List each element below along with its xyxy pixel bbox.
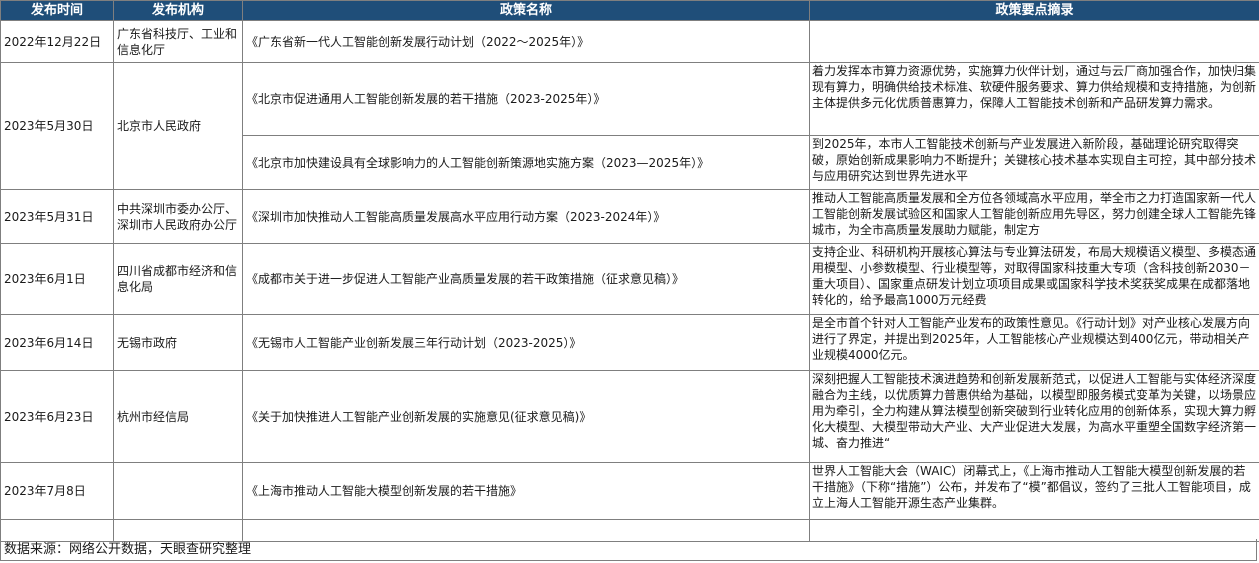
table-row: 2023年6月23日 杭州市经信局 《关于加快推进人工智能产业创新发展的实施意见… [0, 370, 1259, 463]
summary-text: 深刻把握人工智能技术演进趋势和创新发展新范式，以促进人工智能与实体经济深度融合为… [812, 372, 1257, 450]
summary-text: 着力发挥本市算力资源优势，实施算力伙伴计划，通过与云厂商加强合作，加快归集现有算… [812, 64, 1257, 110]
summary-text: 到2025年，本市人工智能技术创新与产业发展进入新阶段，基础理论研究取得突破，原… [812, 137, 1257, 183]
policy-table: 发布时间 发布机构 政策名称 政策要点摘录 2022年12月22日 广东省科技厅… [0, 0, 1259, 542]
org-cell: 北京市人民政府 [113, 62, 243, 190]
summary-cell: 支持企业、科研机构开展核心算法与专业算法研发，布局大规模语义模型、多模态通用模型… [809, 243, 1259, 315]
policy-cell: 《关于加快推进人工智能产业创新发展的实施意见(征求意见稿)》 [242, 370, 810, 463]
date-cell: 2023年5月30日 [0, 62, 114, 190]
policy-cell: 《深圳市加快推动人工智能高质量发展高水平应用行动方案（2023-2024年）》 [242, 189, 810, 244]
data-source-note: 数据来源：网络公开数据，天眼查研究整理 [0, 539, 1257, 561]
table-row: 2022年12月22日 广东省科技厅、工业和信息化厅 《广东省新一代人工智能创新… [0, 20, 1259, 63]
header-org: 发布机构 [113, 0, 243, 21]
org-cell: 中共深圳市委办公厅、深圳市人民政府办公厅 [113, 189, 243, 244]
table-row: 2023年6月14日 无锡市政府 《无锡市人工智能产业创新发展三年行动计划（20… [0, 314, 1259, 371]
summary-text: 世界人工智能大会（WAIC）闭幕式上，《上海市推动人工智能大模型创新发展的若干措… [812, 464, 1251, 510]
header-policy: 政策名称 [242, 0, 810, 21]
date-cell: 2022年12月22日 [0, 20, 114, 63]
summary-cell [809, 20, 1259, 63]
summary-cell: 到2025年，本市人工智能技术创新与产业发展进入新阶段，基础理论研究取得突破，原… [809, 135, 1259, 190]
header-summary: 政策要点摘录 [809, 0, 1259, 21]
org-cell: 无锡市政府 [113, 314, 243, 371]
org-cell: 四川省成都市经济和信息化局 [113, 243, 243, 315]
summary-cell: 深刻把握人工智能技术演进趋势和创新发展新范式，以促进人工智能与实体经济深度融合为… [809, 370, 1259, 463]
date-cell: 2023年6月1日 [0, 243, 114, 315]
org-cell: 杭州市经信局 [113, 370, 243, 463]
org-cell [113, 462, 243, 520]
policy-cell: 《北京市加快建设具有全球影响力的人工智能创新策源地实施方案（2023—2025年… [242, 135, 810, 190]
header-date: 发布时间 [0, 0, 114, 21]
table-row: 2023年7月8日 《上海市推动人工智能大模型创新发展的若干措施》 世界人工智能… [0, 462, 1259, 520]
summary-text: 是全市首个针对人工智能产业发布的政策性意见。《行动计划》对产业核心发展方向进行了… [812, 316, 1251, 362]
policy-cell: 《无锡市人工智能产业创新发展三年行动计划（2023-2025）》 [242, 314, 810, 371]
policy-cell: 《上海市推动人工智能大模型创新发展的若干措施》 [242, 462, 810, 520]
table-header-row: 发布时间 发布机构 政策名称 政策要点摘录 [0, 0, 1259, 21]
summary-cell: 是全市首个针对人工智能产业发布的政策性意见。《行动计划》对产业核心发展方向进行了… [809, 314, 1259, 371]
date-cell: 2023年5月31日 [0, 189, 114, 244]
summary-cell: 着力发挥本市算力资源优势，实施算力伙伴计划，通过与云厂商加强合作，加快归集现有算… [809, 62, 1259, 136]
org-cell: 广东省科技厅、工业和信息化厅 [113, 20, 243, 63]
summary-cell: 推动人工智能高质量发展和全方位各领域高水平应用，举全市之力打造国家新一代人工智能… [809, 189, 1259, 244]
table-row: 2023年6月1日 四川省成都市经济和信息化局 《成都市关于进一步促进人工智能产… [0, 243, 1259, 315]
table-row: 2023年5月31日 中共深圳市委办公厅、深圳市人民政府办公厅 《深圳市加快推动… [0, 189, 1259, 244]
policy-cell: 《广东省新一代人工智能创新发展行动计划（2022～2025年）》 [242, 20, 810, 63]
summary-text: 推动人工智能高质量发展和全方位各领域高水平应用，举全市之力打造国家新一代人工智能… [812, 191, 1257, 237]
summary-cell: 世界人工智能大会（WAIC）闭幕式上，《上海市推动人工智能大模型创新发展的若干措… [809, 462, 1259, 520]
table-row: 2023年5月30日 北京市人民政府 《北京市促进通用人工智能创新发展的若干措施… [0, 62, 1259, 190]
date-cell: 2023年6月23日 [0, 370, 114, 463]
date-cell: 2023年6月14日 [0, 314, 114, 371]
policy-cell: 《北京市促进通用人工智能创新发展的若干措施（2023-2025年）》 [242, 62, 810, 136]
summary-text: 支持企业、科研机构开展核心算法与专业算法研发，布局大规模语义模型、多模态通用模型… [812, 245, 1257, 307]
policy-cell: 《成都市关于进一步促进人工智能产业高质量发展的若干政策措施（征求意见稿）》 [242, 243, 810, 315]
date-cell: 2023年7月8日 [0, 462, 114, 520]
